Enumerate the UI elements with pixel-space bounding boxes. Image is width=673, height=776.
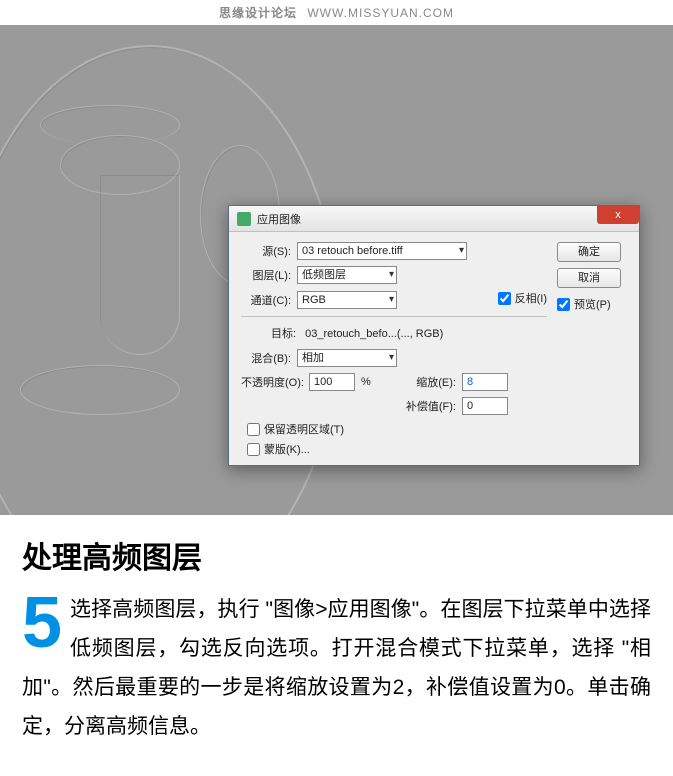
blend-row: 混合(B): 相加 [241, 349, 547, 367]
offset-label: 补偿值(F): [394, 398, 462, 414]
close-button[interactable]: x [597, 206, 639, 224]
invert-label: 反相(I) [515, 290, 547, 306]
preview-label: 预览(P) [574, 296, 611, 312]
mask-row: 蒙版(K)... [241, 441, 547, 457]
dialog-icon [237, 212, 251, 226]
watermark: 思缘设计论坛 WWW.MISSYUAN.COM [0, 0, 673, 25]
offset-row: 补偿值(F): 0 [394, 397, 547, 415]
dialog-titlebar[interactable]: 应用图像 x [229, 206, 639, 232]
lower-grid: 不透明度(O): 100 % 缩放(E): 8 补偿值(F): 0 [241, 373, 547, 421]
preview-checkbox[interactable] [557, 298, 570, 311]
step-wrap: 5 选择高频图层，执行 "图像>应用图像"。在图层下拉菜单中选择低频图层，勾选反… [22, 591, 651, 746]
watermark-site: 思缘设计论坛 [219, 6, 297, 20]
blend-label: 混合(B): [241, 350, 297, 366]
preserve-transparency-label: 保留透明区域(T) [264, 421, 344, 437]
scale-input[interactable]: 8 [462, 373, 508, 391]
article-body: 选择高频图层，执行 "图像>应用图像"。在图层下拉菜单中选择低频图层，勾选反向选… [22, 591, 651, 746]
preview-row: 预览(P) [557, 296, 627, 312]
screenshot-area: 应用图像 x 源(S): 03 retouch before.tiff 图层(L… [0, 25, 673, 515]
emboss-lips [20, 365, 180, 415]
target-label: 目标: [271, 328, 296, 340]
dialog-body: 源(S): 03 retouch before.tiff 图层(L): 低频图层… [229, 232, 639, 465]
opacity-input[interactable]: 100 [309, 373, 355, 391]
source-label: 源(S): [241, 243, 297, 259]
ok-button[interactable]: 确定 [557, 242, 621, 262]
target-row: 目标: 03_retouch_befo...(..., RGB) [241, 325, 547, 341]
cancel-button[interactable]: 取消 [557, 268, 621, 288]
layer-label: 图层(L): [241, 267, 297, 283]
emboss-nose [100, 175, 180, 355]
offset-input[interactable]: 0 [462, 397, 508, 415]
opacity-unit: % [361, 376, 371, 388]
source-combo[interactable]: 03 retouch before.tiff [297, 242, 467, 260]
apply-image-dialog: 应用图像 x 源(S): 03 retouch before.tiff 图层(L… [228, 205, 640, 466]
scale-label: 缩放(E): [394, 374, 462, 390]
source-row: 源(S): 03 retouch before.tiff [241, 242, 547, 260]
channel-row: 通道(C): RGB 反相(I) [241, 290, 547, 310]
preserve-transparency-checkbox[interactable] [247, 423, 260, 436]
mask-label: 蒙版(K)... [264, 441, 310, 457]
dialog-buttons: 确定 取消 预览(P) [547, 242, 627, 461]
dialog-title: 应用图像 [257, 211, 301, 227]
divider-1 [241, 316, 547, 317]
offset-spacer [241, 397, 394, 415]
opacity-label: 不透明度(O): [241, 374, 309, 390]
step-number: 5 [22, 591, 62, 656]
channel-label: 通道(C): [241, 292, 297, 308]
watermark-url: WWW.MISSYUAN.COM [307, 6, 454, 20]
layer-combo[interactable]: 低频图层 [297, 266, 397, 284]
layer-row: 图层(L): 低频图层 [241, 266, 547, 284]
article-heading: 处理高频图层 [22, 533, 651, 577]
channel-combo[interactable]: RGB [297, 291, 397, 309]
preserve-trans-row: 保留透明区域(T) [241, 421, 547, 437]
mask-checkbox[interactable] [247, 443, 260, 456]
scale-row: 缩放(E): 8 [394, 373, 547, 391]
invert-checkbox-row: 反相(I) [498, 290, 547, 306]
invert-checkbox[interactable] [498, 292, 511, 305]
article: 处理高频图层 5 选择高频图层，执行 "图像>应用图像"。在图层下拉菜单中选择低… [0, 515, 673, 776]
target-value: 03_retouch_befo...(..., RGB) [305, 328, 443, 340]
blend-combo[interactable]: 相加 [297, 349, 397, 367]
dialog-fields: 源(S): 03 retouch before.tiff 图层(L): 低频图层… [241, 242, 547, 461]
opacity-row: 不透明度(O): 100 % [241, 373, 394, 391]
